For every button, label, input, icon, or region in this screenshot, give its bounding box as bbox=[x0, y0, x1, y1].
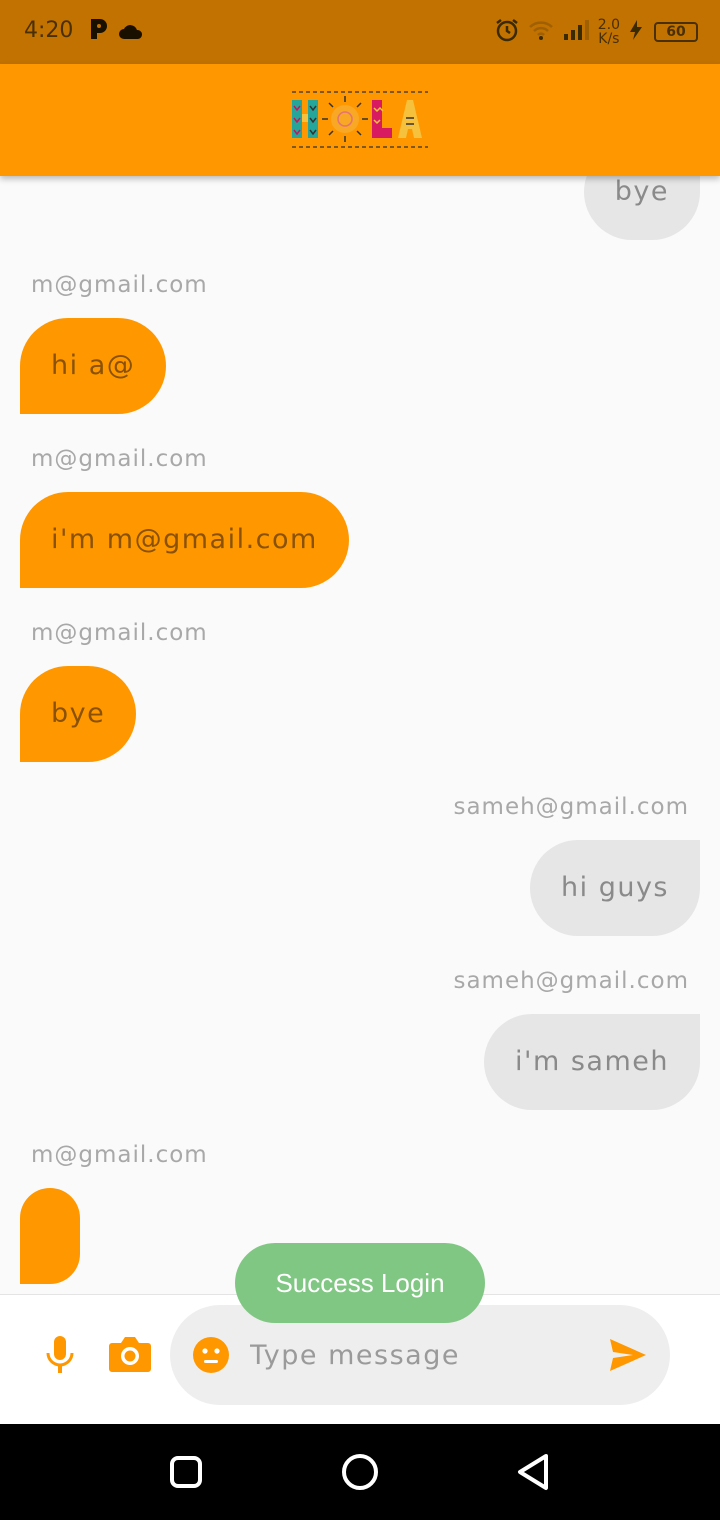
hola-logo bbox=[292, 91, 428, 148]
message-bubble-outgoing: hi guys bbox=[530, 840, 700, 936]
send-button[interactable] bbox=[608, 1337, 648, 1377]
message-bubble-incoming: bye bbox=[20, 666, 137, 762]
message-list[interactable]: bye m@gmail.com hi a@ m@gmail.com i'm m@… bbox=[0, 176, 720, 1286]
message-sender: sameh@gmail.com bbox=[453, 794, 689, 820]
emoji-button[interactable] bbox=[192, 1336, 230, 1378]
message-sender: m@gmail.com bbox=[31, 272, 208, 298]
cloud-icon bbox=[118, 22, 144, 44]
message-sender: sameh@gmail.com bbox=[453, 968, 689, 994]
system-nav-bar bbox=[0, 1424, 720, 1520]
message-sender: m@gmail.com bbox=[31, 620, 208, 646]
wifi-icon bbox=[528, 19, 554, 45]
network-speed: 2.0 K/s bbox=[598, 18, 620, 46]
message-input[interactable] bbox=[250, 1331, 590, 1379]
message-sender: m@gmail.com bbox=[31, 446, 208, 472]
alarm-icon bbox=[494, 17, 520, 47]
mic-button[interactable] bbox=[44, 1335, 76, 1379]
network-speed-unit: K/s bbox=[598, 31, 620, 47]
back-button[interactable] bbox=[514, 1448, 554, 1500]
toast-message: Success Login bbox=[235, 1243, 485, 1323]
battery-indicator: 60 bbox=[654, 22, 698, 42]
app-bar bbox=[0, 64, 720, 176]
message-bubble-incoming: hi a@ bbox=[20, 318, 167, 414]
status-bar: 4:20 2.0 K/s 60 bbox=[0, 0, 720, 64]
message-bubble-incoming: i'm m@gmail.com bbox=[20, 492, 349, 588]
message-bubble-outgoing: bye bbox=[583, 176, 700, 240]
charging-icon bbox=[628, 19, 646, 45]
status-icons: 2.0 K/s 60 bbox=[494, 14, 698, 50]
status-time: 4:20 bbox=[24, 18, 74, 43]
parking-icon bbox=[88, 17, 110, 45]
recents-button[interactable] bbox=[168, 1448, 204, 1500]
signal-icon bbox=[562, 19, 590, 45]
message-sender: m@gmail.com bbox=[31, 1142, 208, 1168]
camera-button[interactable] bbox=[108, 1335, 152, 1377]
home-button[interactable] bbox=[338, 1448, 382, 1500]
message-bubble-incoming bbox=[20, 1188, 80, 1284]
message-bubble-outgoing: i'm sameh bbox=[484, 1014, 700, 1110]
